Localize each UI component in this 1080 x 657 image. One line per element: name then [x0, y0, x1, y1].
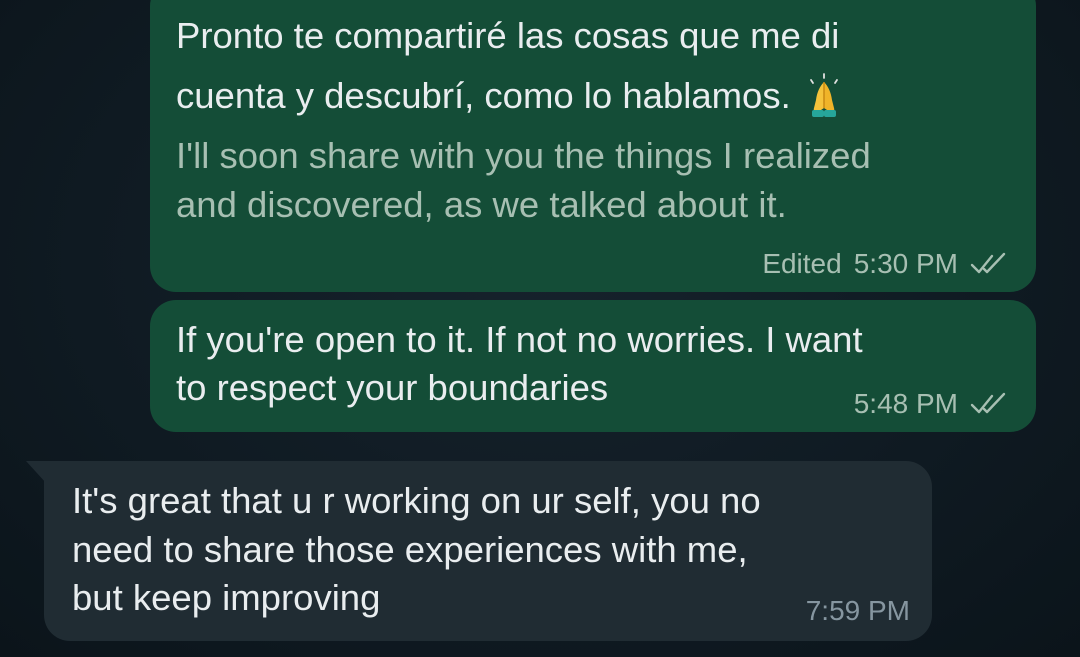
message-bubble-outgoing[interactable]: If you're open to it. If not no worries.…	[150, 300, 1036, 432]
message-time: 5:48 PM	[853, 388, 958, 419]
message-meta: 7:59 PM	[806, 595, 910, 627]
folded-hands-emoji-icon	[809, 73, 838, 117]
translation-text-line: I'll soon share with you the things I re…	[176, 135, 871, 176]
double-check-icon	[970, 252, 1006, 274]
message-bubble-incoming[interactable]: It's great that u r working on ur self, …	[44, 461, 932, 641]
message-text-line: It's great that u r working on ur self, …	[72, 480, 761, 521]
message-text-span: cuenta y descubrí, como lo hablamos.	[176, 75, 791, 116]
message-text-line: Pronto te compartiré las cosas que me di	[176, 15, 840, 56]
message-text-line: to respect your boundaries	[176, 367, 609, 408]
message-bubble-outgoing[interactable]: Pronto te compartiré las cosas que me di…	[150, 0, 1036, 292]
message-time: 7:59 PM	[805, 595, 910, 626]
translation-text-line: and discovered, as we talked about it.	[176, 184, 787, 225]
message-meta: 5:48 PM	[854, 388, 1012, 420]
double-check-icon	[970, 392, 1006, 414]
message-text-line: If you're open to it. If not no worries.…	[176, 319, 863, 360]
message-text-line: cuenta y descubrí, como lo hablamos.	[176, 72, 843, 120]
message-text-line: but keep improving	[72, 577, 381, 618]
message-time: 5:30 PM	[853, 248, 958, 279]
edited-label: Edited	[762, 248, 842, 279]
message-text-line: need to share those experiences with me,	[72, 529, 748, 570]
bubble-tail	[26, 461, 46, 483]
message-meta: Edited 5:30 PM	[762, 248, 1012, 280]
